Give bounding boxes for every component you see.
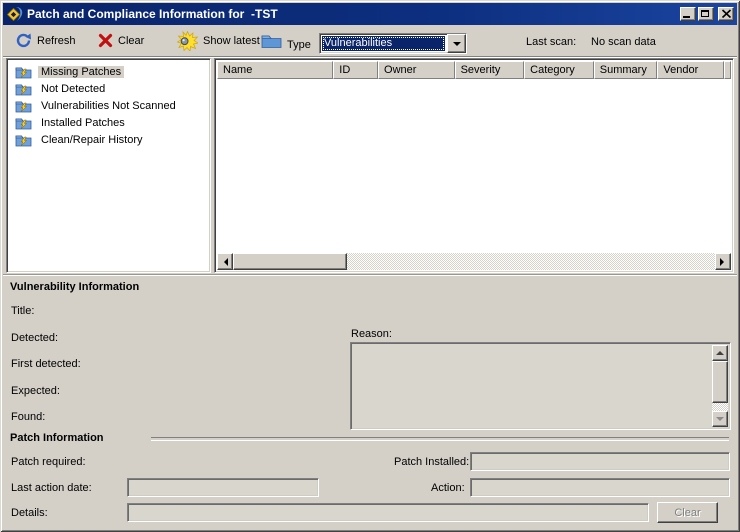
section-divider bbox=[151, 437, 729, 441]
last-scan-status: Last scan: bbox=[526, 36, 576, 48]
detected-label: Detected: bbox=[11, 332, 58, 344]
column-header-severity[interactable]: Severity bbox=[455, 61, 525, 79]
folder-lightning-icon bbox=[15, 99, 32, 113]
scroll-left-button[interactable] bbox=[217, 253, 233, 270]
patch-info-heading: Patch Information bbox=[10, 432, 104, 444]
maximize-button[interactable] bbox=[698, 7, 714, 21]
title-label: Title: bbox=[11, 305, 34, 317]
app-icon bbox=[7, 6, 24, 23]
window-title: Patch and Compliance Information for -TS… bbox=[27, 7, 680, 21]
folder-lightning-icon bbox=[15, 133, 32, 147]
scrollbar-track[interactable] bbox=[347, 253, 715, 270]
scroll-right-button[interactable] bbox=[715, 253, 731, 270]
type-button[interactable]: Type bbox=[261, 32, 311, 49]
clear-button[interactable]: Clear bbox=[98, 33, 144, 48]
type-label: Type bbox=[287, 39, 311, 51]
category-tree: Missing Patches Not Detected Vulnerabili… bbox=[6, 58, 211, 273]
action-label: Action: bbox=[431, 482, 465, 494]
last-scan-label: Last scan: bbox=[526, 36, 576, 48]
arrow-left-icon bbox=[220, 258, 228, 266]
scrollbar-track[interactable] bbox=[712, 403, 728, 411]
patch-installed-field[interactable] bbox=[470, 452, 730, 471]
show-latest-button[interactable]: Show latest bbox=[177, 31, 260, 51]
last-action-date-field[interactable] bbox=[127, 478, 319, 497]
expected-label: Expected: bbox=[11, 385, 60, 397]
last-action-date-label: Last action date: bbox=[11, 482, 92, 494]
type-dropdown-value: Vulnerabilities bbox=[322, 36, 445, 51]
close-button[interactable] bbox=[718, 7, 734, 21]
arrow-right-icon bbox=[720, 258, 728, 266]
show-latest-label: Show latest bbox=[203, 35, 260, 47]
scrollbar-thumb[interactable] bbox=[712, 361, 728, 403]
column-header-name[interactable]: Name bbox=[217, 61, 333, 79]
tree-item-not-detected[interactable]: Not Detected bbox=[9, 80, 208, 97]
title-bar[interactable]: Patch and Compliance Information for -TS… bbox=[3, 3, 737, 25]
refresh-button[interactable]: Refresh bbox=[15, 32, 76, 49]
column-header-summary[interactable]: Summary bbox=[594, 61, 658, 79]
tree-item-installed-patches[interactable]: Installed Patches bbox=[9, 114, 208, 131]
information-panel: Vulnerability Information Title: Detecte… bbox=[3, 274, 737, 530]
reason-label: Reason: bbox=[351, 328, 392, 340]
starburst-eye-icon bbox=[177, 31, 198, 51]
tree-item-clean-repair-history[interactable]: Clean/Repair History bbox=[9, 131, 208, 148]
vulnerability-info-heading: Vulnerability Information bbox=[10, 281, 139, 293]
action-field[interactable] bbox=[470, 478, 730, 497]
folder-lightning-icon bbox=[15, 116, 32, 130]
folder-icon bbox=[261, 32, 282, 49]
tree-item-label: Installed Patches bbox=[38, 117, 128, 129]
tree-item-label: Vulnerabilities Not Scanned bbox=[38, 100, 179, 112]
patch-installed-label: Patch Installed: bbox=[394, 456, 469, 468]
found-label: Found: bbox=[11, 411, 45, 423]
refresh-icon bbox=[15, 32, 32, 49]
chevron-down-icon[interactable] bbox=[447, 34, 466, 53]
clear-history-button[interactable]: Clear bbox=[657, 502, 718, 523]
type-dropdown[interactable]: Vulnerabilities bbox=[319, 33, 467, 54]
reason-vertical-scrollbar bbox=[712, 345, 728, 427]
toolbar: Refresh Clear Show latest Type Vulnerabi bbox=[3, 26, 737, 57]
minimize-button[interactable] bbox=[680, 7, 696, 21]
reason-value bbox=[354, 346, 710, 426]
vulnerability-list: Name ID Owner Severity Category Summary … bbox=[214, 58, 734, 273]
refresh-label: Refresh bbox=[37, 35, 76, 47]
clear-label: Clear bbox=[118, 35, 144, 47]
last-scan-value-wrap: No scan data bbox=[591, 36, 656, 48]
tree-item-label: Missing Patches bbox=[38, 66, 124, 78]
column-header-filler bbox=[724, 61, 731, 79]
patch-compliance-window: Patch and Compliance Information for -TS… bbox=[0, 0, 740, 532]
column-header-category[interactable]: Category bbox=[524, 61, 594, 79]
patch-required-label: Patch required: bbox=[11, 456, 86, 468]
column-header-id[interactable]: ID bbox=[333, 61, 378, 79]
tree-item-label: Not Detected bbox=[38, 83, 108, 95]
window-controls bbox=[680, 7, 734, 21]
last-scan-value: No scan data bbox=[591, 36, 656, 48]
tree-item-vulnerabilities-not-scanned[interactable]: Vulnerabilities Not Scanned bbox=[9, 97, 208, 114]
horizontal-scrollbar bbox=[217, 253, 731, 270]
close-icon bbox=[721, 9, 732, 19]
list-header: Name ID Owner Severity Category Summary … bbox=[217, 61, 731, 79]
first-detected-label: First detected: bbox=[11, 358, 81, 370]
scroll-up-button[interactable] bbox=[712, 345, 728, 361]
details-label: Details: bbox=[11, 507, 48, 519]
tree-item-missing-patches[interactable]: Missing Patches bbox=[9, 63, 208, 80]
tree-item-label: Clean/Repair History bbox=[38, 134, 145, 146]
red-x-icon bbox=[98, 33, 113, 48]
column-header-owner[interactable]: Owner bbox=[378, 61, 455, 79]
minimize-icon bbox=[683, 16, 690, 18]
column-header-vendor[interactable]: Vendor bbox=[657, 61, 724, 79]
folder-lightning-icon bbox=[15, 82, 32, 96]
scrollbar-thumb[interactable] bbox=[233, 253, 347, 270]
reason-field[interactable] bbox=[350, 342, 731, 430]
arrow-down-icon bbox=[716, 417, 724, 425]
maximize-icon bbox=[701, 10, 709, 17]
arrow-up-icon bbox=[716, 347, 724, 355]
details-field[interactable] bbox=[127, 503, 649, 522]
scroll-down-button[interactable] bbox=[712, 411, 728, 427]
folder-lightning-icon bbox=[15, 65, 32, 79]
